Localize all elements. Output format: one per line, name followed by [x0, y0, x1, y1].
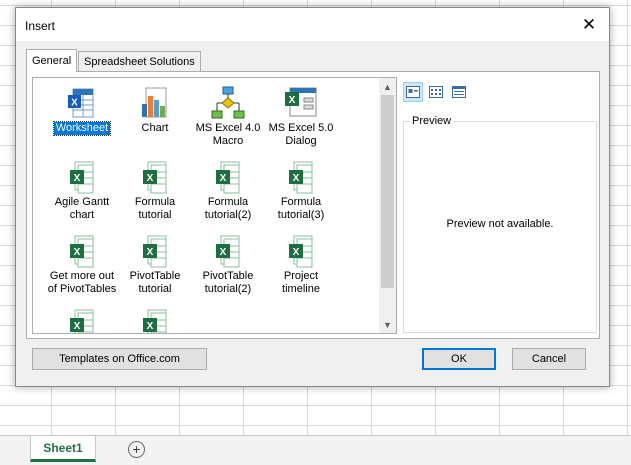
preview-group: Preview Preview not available.	[403, 115, 597, 333]
excel-template-icon: X	[138, 308, 172, 333]
list-view-icon	[429, 86, 443, 98]
template-item-pivottable-tutorial-2[interactable]: X PivotTable tutorial(2)	[191, 234, 265, 296]
svg-text:X: X	[74, 173, 81, 184]
templates-on-office-button[interactable]: Templates on Office.com	[32, 348, 207, 370]
template-label: Get more out of PivotTables	[47, 270, 117, 295]
add-sheet-button[interactable]: +	[128, 441, 145, 458]
tab-general[interactable]: General	[26, 49, 78, 72]
tab-spreadsheet-solutions[interactable]: Spreadsheet Solutions	[78, 51, 201, 72]
template-item-ms-excel-4-0-macro[interactable]: MS Excel 4.0 Macro	[191, 86, 265, 148]
template-label: MS Excel 5.0 Dialog	[268, 122, 334, 147]
template-item-project-timeline[interactable]: X Project timeline	[264, 234, 338, 296]
excel-template-icon: X	[138, 160, 172, 194]
excel-template-icon: X	[284, 160, 318, 194]
template-label: PivotTable tutorial	[129, 270, 181, 295]
template-item-template[interactable]: X	[45, 308, 119, 333]
template-item-chart[interactable]: Chart	[118, 86, 192, 135]
svg-text:X: X	[74, 247, 81, 258]
svg-text:X: X	[71, 98, 78, 109]
svg-text:X: X	[74, 321, 81, 332]
excel-template-icon: X	[65, 234, 99, 268]
details-view-icon	[452, 86, 466, 98]
template-item-pivottable-tutorial[interactable]: X PivotTable tutorial	[118, 234, 192, 296]
template-label: MS Excel 4.0 Macro	[195, 122, 261, 147]
template-label: Formula tutorial(3)	[277, 196, 325, 221]
ok-button[interactable]: OK	[422, 348, 496, 370]
svg-text:X: X	[147, 173, 154, 184]
template-label: Formula tutorial	[134, 196, 176, 221]
close-button[interactable]: ✕	[569, 8, 609, 41]
template-item-agile-gantt-chart[interactable]: X Agile Gantt chart	[45, 160, 119, 222]
excel-template-icon: X	[211, 160, 245, 194]
dialog-titlebar: Insert ✕	[16, 8, 609, 41]
template-item-ms-excel-5-0-dialog[interactable]: X MS Excel 5.0 Dialog	[264, 86, 338, 148]
large-icons-view-button[interactable]	[403, 82, 423, 102]
dialog-form-icon: X	[284, 86, 318, 120]
sheet-tab-bar: Sheet1 +	[0, 435, 631, 465]
svg-text:X: X	[147, 321, 154, 332]
template-item-formula-tutorial[interactable]: X Formula tutorial	[118, 160, 192, 222]
large-icons-view-icon	[406, 86, 420, 98]
svg-text:X: X	[293, 247, 300, 258]
template-label: Agile Gantt chart	[54, 196, 110, 221]
vertical-scrollbar[interactable]: ▲ ▼	[379, 78, 396, 333]
cancel-button[interactable]: Cancel	[512, 348, 586, 370]
list-view-button[interactable]	[426, 82, 446, 102]
svg-text:X: X	[293, 173, 300, 184]
scroll-up-arrow-icon[interactable]: ▲	[379, 78, 396, 95]
svg-text:X: X	[220, 247, 227, 258]
excel-template-icon: X	[138, 234, 172, 268]
excel-template-icon: X	[65, 308, 99, 333]
insert-dialog: Insert ✕ General Spreadsheet Solutions X…	[15, 7, 610, 387]
tab-page-general: X Worksheet Chart MS Excel 4.0 Macro X MS…	[26, 71, 600, 339]
template-label: Project timeline	[282, 270, 320, 295]
details-view-button[interactable]	[449, 82, 469, 102]
worksheet-icon: X	[65, 86, 99, 120]
preview-legend: Preview	[410, 115, 454, 127]
template-item-formula-tutorial-2[interactable]: X Formula tutorial(2)	[191, 160, 265, 222]
svg-text:X: X	[220, 173, 227, 184]
template-item-formula-tutorial-3[interactable]: X Formula tutorial(3)	[264, 160, 338, 222]
excel-template-icon: X	[65, 160, 99, 194]
preview-message: Preview not available.	[446, 218, 554, 230]
chart-icon	[138, 86, 172, 120]
scroll-thumb[interactable]	[381, 95, 394, 288]
svg-text:X: X	[147, 247, 154, 258]
template-icon-list[interactable]: X Worksheet Chart MS Excel 4.0 Macro X MS…	[32, 77, 397, 334]
svg-text:X: X	[289, 95, 296, 106]
template-label: Formula tutorial(2)	[204, 196, 252, 221]
macro-flowchart-icon	[211, 86, 245, 120]
dialog-title: Insert	[25, 19, 56, 33]
excel-template-icon: X	[211, 234, 245, 268]
template-label: PivotTable tutorial(2)	[202, 270, 254, 295]
sheet-tab-sheet1[interactable]: Sheet1	[30, 436, 96, 462]
excel-template-icon: X	[284, 234, 318, 268]
scroll-down-arrow-icon[interactable]: ▼	[379, 316, 396, 333]
template-label: Worksheet	[52, 121, 112, 136]
template-label: Chart	[141, 122, 169, 134]
template-item-get-more-out-of-pivottables[interactable]: X Get more out of PivotTables	[45, 234, 119, 296]
close-icon: ✕	[581, 14, 597, 34]
template-item-template[interactable]: X	[118, 308, 192, 333]
template-item-worksheet[interactable]: X Worksheet	[45, 86, 119, 136]
